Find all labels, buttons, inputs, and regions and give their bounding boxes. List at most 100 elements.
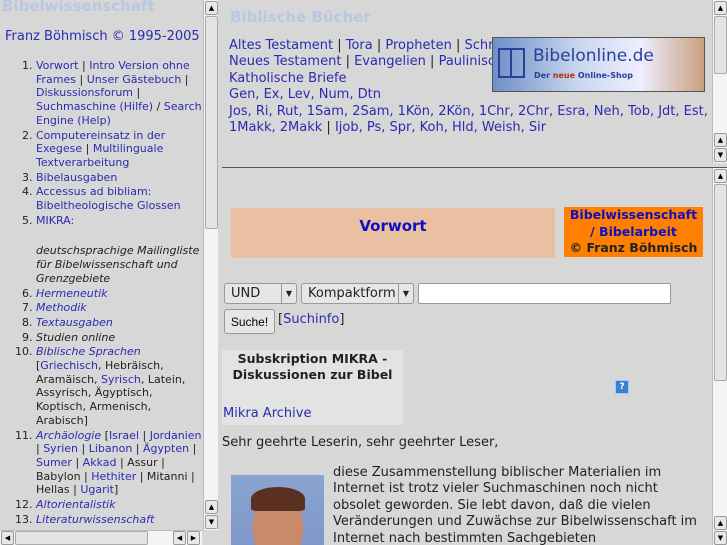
nav-link[interactable]: Propheten (385, 38, 451, 53)
tag-pre: Der (534, 71, 553, 80)
nav-link[interactable]: Israel (109, 429, 139, 442)
nav-link[interactable]: Methodik (36, 301, 87, 314)
nav-item: Bibelausgaben (36, 171, 204, 185)
operator-select[interactable]: UND ▼ (224, 283, 297, 304)
nav-link[interactable]: Neues Testament (229, 54, 341, 69)
nav-item: Altorientalistik (36, 498, 204, 512)
text-fragment: ] (114, 483, 119, 497)
nav-link[interactable]: Accessus ad bibliam: Bibeltheologische G… (36, 185, 181, 212)
scroll-thumb[interactable] (714, 16, 727, 74)
books-vertical-scrollbar[interactable]: ▲ ▲ ▼ (712, 0, 727, 163)
text-fragment: | (133, 86, 141, 100)
format-value: Kompaktform (308, 286, 396, 301)
scroll-up-icon[interactable]: ▲ (205, 500, 218, 514)
nav-item: Archäologie [Israel | Jordanien | Syrien… (36, 429, 204, 498)
nav-link[interactable]: Ijob, Ps, Spr, Koh, Hld, Weish, Sir (335, 120, 546, 135)
nav-link[interactable]: Libanon (89, 442, 133, 455)
nav-link[interactable]: Altes Testament (229, 38, 333, 53)
text-fragment: deutschsprachige Mailingliste für Bibelw… (36, 244, 200, 285)
nav-link[interactable]: Hermeneutik (36, 287, 108, 300)
scroll-left-icon[interactable]: ◀ (1, 531, 14, 545)
nav-link[interactable]: Ägypten (143, 442, 189, 455)
text-fragment: [ (101, 428, 109, 442)
left-horizontal-scrollbar[interactable]: ◀ ◀ ▶ (0, 530, 202, 545)
text-fragment: | (451, 38, 465, 53)
scroll-right-icon[interactable]: ▶ (187, 531, 200, 545)
text-fragment: | (82, 142, 93, 156)
bracket: ] (339, 312, 345, 327)
left-nav-frame: Bibelwissenschaft Franz Böhmisch © 1995-… (0, 0, 218, 545)
nav-link[interactable]: Jordanien (150, 429, 202, 442)
text-fragment: | (341, 54, 355, 70)
text-fragment: Studien online (36, 330, 116, 344)
operator-value: UND (231, 286, 261, 301)
text-fragment: | (78, 59, 90, 72)
scroll-thumb[interactable] (714, 184, 727, 381)
text-fragment: | (333, 38, 346, 53)
scroll-up-icon[interactable]: ▲ (714, 516, 727, 530)
nav-link[interactable]: Evangelien (354, 54, 426, 69)
nav-link[interactable]: Syrien (43, 442, 78, 455)
scroll-thumb[interactable] (15, 531, 148, 545)
text-fragment: | (71, 455, 83, 469)
nav-link[interactable]: Textausgaben (36, 316, 113, 329)
mikra-archive-link[interactable]: Mikra Archive (223, 406, 311, 421)
nav-link[interactable]: Diskussionsforum (36, 86, 133, 99)
bibelonline-logo-icon (498, 48, 525, 78)
bibelonline-banner[interactable]: Bibelonline.de Der neue Online-Shop (492, 37, 705, 92)
badge-line1[interactable]: Bibelwissenschaft (564, 207, 703, 224)
nav-link[interactable]: Archäologie (36, 429, 101, 442)
nav-item: Biblische Sprachen [Griechisch, Hebräisc… (36, 345, 204, 427)
main-frame: Vorwort Bibelwissenschaft / Bibelarbeit … (222, 167, 727, 545)
vorwort-header: Vorwort (231, 208, 555, 258)
suchinfo: [Suchinfo] (278, 312, 344, 327)
nav-item: Accessus ad bibliam: Bibeltheologische G… (36, 185, 204, 212)
nav-link[interactable]: Unser Gästebuch (87, 73, 182, 86)
main-vertical-scrollbar[interactable]: ▲ ▲ ▼ (712, 168, 727, 545)
nav-item: Studien online (36, 331, 204, 345)
nav-item: Hermeneutik (36, 287, 204, 301)
text-fragment: | (78, 442, 89, 456)
nav-link[interactable]: Tora (346, 38, 373, 53)
nav-link[interactable]: Gen, Ex, Lev, Num, Dtn (229, 87, 381, 102)
chevron-down-icon: ▼ (398, 284, 413, 303)
scroll-thumb[interactable] (205, 16, 218, 229)
nav-link[interactable]: Syrisch (101, 373, 141, 386)
scroll-up-icon[interactable]: ▲ (714, 1, 727, 15)
nav-link[interactable]: Ugarit (80, 483, 114, 496)
format-select[interactable]: Kompaktform ▼ (301, 283, 414, 304)
scroll-up-icon[interactable]: ▲ (714, 133, 727, 147)
scroll-down-icon[interactable]: ▼ (714, 148, 727, 162)
search-button[interactable]: Suche! (224, 309, 275, 334)
text-fragment: | (76, 72, 87, 86)
nav-link[interactable]: Intro (89, 59, 115, 72)
tag-bold: neue (552, 71, 576, 80)
intro-text: diese Zusammenstellung biblischer Materi… (333, 465, 697, 545)
badge-line3: © Franz Böhmisch (569, 240, 698, 255)
search-input[interactable] (418, 283, 671, 304)
nav-link[interactable]: Akkad (83, 456, 117, 469)
nav-link[interactable]: MIKRA: (36, 214, 74, 227)
nav-link[interactable]: Biblische Sprachen (36, 345, 141, 358)
nav-link[interactable]: Bibelausgaben (36, 171, 117, 184)
nav-link[interactable]: Suchmaschine (Hilfe) (36, 100, 153, 113)
scroll-up-icon[interactable]: ▲ (205, 1, 218, 15)
help-icon[interactable]: ? (615, 380, 629, 394)
nav-link[interactable]: Altorientalistik (36, 498, 116, 511)
badge-line2[interactable]: / Bibelarbeit (564, 224, 703, 241)
suchinfo-link[interactable]: Suchinfo (283, 312, 339, 327)
scroll-down-icon[interactable]: ▼ (714, 531, 727, 545)
nav-item: Computereinsatz in der Exegese | Multili… (36, 129, 204, 170)
left-vertical-scrollbar[interactable]: ▲ ▲ ▼ (203, 0, 218, 530)
nav-link[interactable]: Griechisch (40, 359, 98, 372)
nav-link[interactable]: Katholische Briefe (229, 71, 347, 86)
scroll-up-icon[interactable]: ▲ (714, 169, 727, 183)
nav-link[interactable]: Vorwort (36, 59, 79, 72)
nav-link[interactable]: Sumer (36, 456, 72, 469)
nav-link[interactable]: Literaturwissenschaft (36, 513, 154, 526)
nav-link[interactable]: Hethiter (91, 470, 136, 483)
scroll-down-icon[interactable]: ▼ (205, 515, 218, 529)
nav-item: Methodik (36, 301, 204, 315)
nav-item: Textausgaben (36, 316, 204, 330)
scroll-left-icon[interactable]: ◀ (173, 531, 186, 545)
